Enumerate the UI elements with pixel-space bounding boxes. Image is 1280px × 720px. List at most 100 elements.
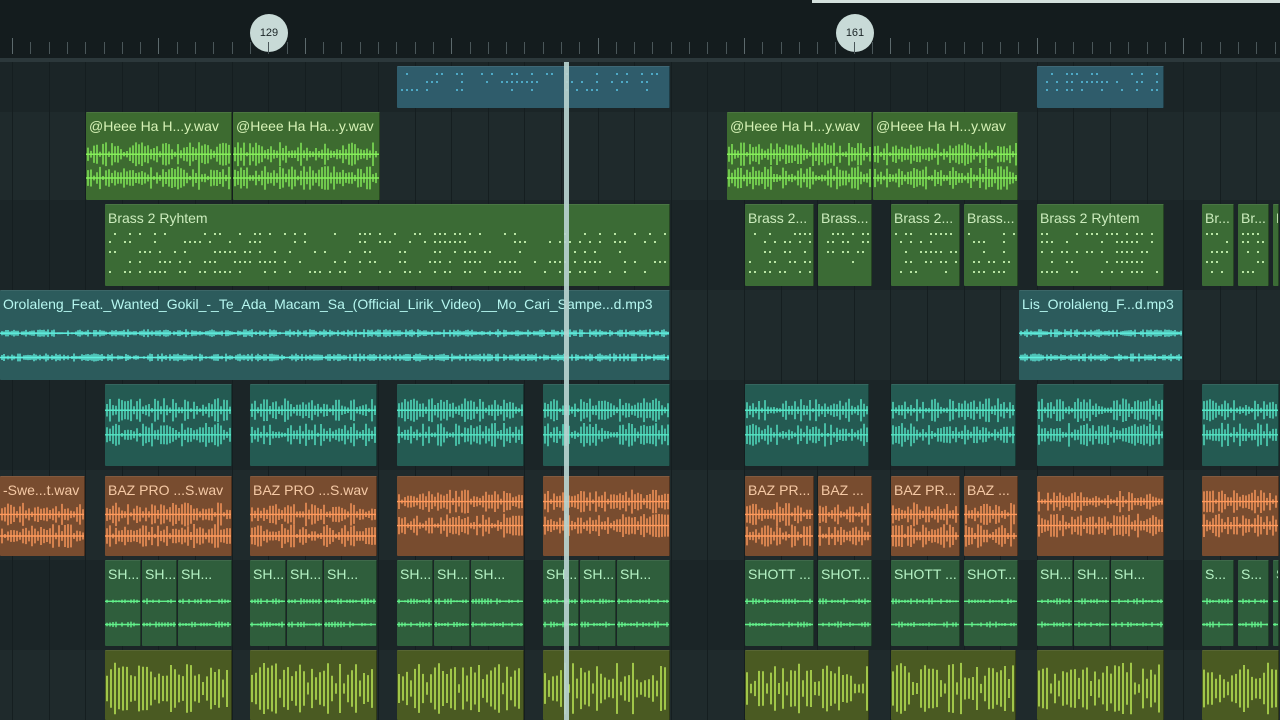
waveform-preview: [397, 398, 523, 447]
pattern-clip[interactable]: Brass...: [818, 204, 872, 286]
audio-clip[interactable]: SH...: [105, 560, 141, 646]
audio-clip[interactable]: [745, 650, 869, 720]
ruler-tick: [835, 42, 836, 54]
waveform-preview: [818, 598, 871, 628]
clip-content-marks: [1238, 598, 1268, 628]
audio-clip[interactable]: SH...: [471, 560, 524, 646]
playlist-tracks-area[interactable]: @Heee Ha H...y.wav @Heee Ha Ha...y.wav @He…: [0, 62, 1280, 720]
ruler-tick: [49, 42, 50, 54]
waveform-preview: [397, 598, 432, 628]
audio-clip[interactable]: SH...: [580, 560, 616, 646]
audio-clip[interactable]: [250, 650, 377, 720]
pattern-clip[interactable]: Br...: [1238, 204, 1269, 286]
audio-clip[interactable]: @Heee Ha Ha...y.wav: [233, 112, 380, 200]
audio-clip[interactable]: [105, 650, 232, 720]
pattern-clip[interactable]: [1037, 66, 1164, 108]
audio-clip[interactable]: @Heee Ha H...y.wav: [873, 112, 1018, 200]
song-position-scrollbar[interactable]: [812, 0, 1280, 3]
audio-clip[interactable]: [745, 384, 869, 466]
audio-clip[interactable]: [1202, 476, 1279, 556]
clip-content-marks: [397, 598, 432, 628]
audio-clip[interactable]: SHOTT ...: [891, 560, 960, 646]
audio-clip[interactable]: SH...: [142, 560, 177, 646]
audio-clip[interactable]: [397, 650, 524, 720]
audio-clip[interactable]: -Swe...t.wav: [0, 476, 85, 556]
audio-clip[interactable]: Orolaleng_Feat._Wanted_Gokil_-_Te_Ada_Ma…: [0, 290, 670, 380]
pattern-clip[interactable]: Br...: [1273, 204, 1279, 286]
pattern-notes-preview: [109, 233, 666, 273]
ruler-tick: [561, 42, 562, 54]
clip-content-marks: [745, 598, 813, 628]
ruler-tick: [1147, 42, 1148, 54]
audio-clip[interactable]: [1202, 650, 1279, 720]
audio-clip[interactable]: [891, 384, 1016, 466]
pattern-clip[interactable]: Brass 2...: [745, 204, 814, 286]
audio-clip[interactable]: @Heee Ha H...y.wav: [727, 112, 872, 200]
clip-content-marks: [617, 598, 669, 628]
waveform-preview: [105, 599, 140, 628]
waveform-preview: [1111, 598, 1163, 628]
grid-line: [12, 62, 13, 720]
audio-clip[interactable]: BAZ ...: [964, 476, 1018, 556]
audio-clip[interactable]: BAZ PRO ...S.wav: [250, 476, 377, 556]
pattern-clip[interactable]: Br...: [1202, 204, 1234, 286]
audio-clip[interactable]: BAZ PR...: [891, 476, 960, 556]
audio-clip[interactable]: SH...: [617, 560, 670, 646]
waveform-preview: [105, 502, 231, 548]
audio-clip[interactable]: [891, 650, 1016, 720]
playhead-cursor[interactable]: [564, 62, 569, 720]
audio-clip[interactable]: BAZ PRO ...S.wav: [105, 476, 232, 556]
clip-content-marks: [398, 663, 520, 714]
audio-clip[interactable]: BAZ PR...: [745, 476, 814, 556]
pattern-clip[interactable]: Brass 2...: [891, 204, 960, 286]
waveform-preview: [250, 502, 376, 548]
audio-clip[interactable]: [543, 384, 670, 466]
clip-content-marks: [1273, 600, 1278, 626]
audio-clip[interactable]: SH...: [250, 560, 286, 646]
audio-clip[interactable]: [543, 650, 670, 720]
bar-marker-161[interactable]: 161: [836, 14, 874, 52]
audio-clip[interactable]: SHOT...: [964, 560, 1018, 646]
clip-content-marks: [818, 503, 871, 546]
pattern-clip[interactable]: Brass 2 Ryhtem: [105, 204, 670, 286]
ruler-tick: [781, 42, 782, 54]
pattern-clip[interactable]: Brass 2 Ryhtem: [1037, 204, 1164, 286]
audio-clip[interactable]: SH...: [543, 560, 579, 646]
audio-clip[interactable]: SH...: [434, 560, 470, 646]
timeline-ruler[interactable]: 129 161: [0, 0, 1280, 62]
audio-clip[interactable]: SH...: [178, 560, 232, 646]
audio-clip[interactable]: [1037, 476, 1164, 556]
audio-clip[interactable]: SHOT...: [818, 560, 872, 646]
audio-clip[interactable]: SH...: [1037, 560, 1073, 646]
audio-clip[interactable]: SH...: [1074, 560, 1110, 646]
clip-content-marks: [106, 662, 228, 715]
audio-clip[interactable]: SH...: [1111, 560, 1164, 646]
bar-marker-129[interactable]: 129: [250, 14, 288, 52]
audio-clip[interactable]: S...: [1273, 560, 1279, 646]
clip-content-marks: [397, 398, 523, 447]
pattern-clip[interactable]: [397, 66, 670, 108]
audio-clip[interactable]: [1202, 384, 1279, 466]
audio-clip[interactable]: [397, 476, 524, 556]
audio-clip[interactable]: [543, 476, 670, 556]
audio-clip[interactable]: [397, 384, 524, 466]
clip-content-marks: [250, 598, 285, 628]
audio-clip[interactable]: SHOTT ...: [745, 560, 814, 646]
audio-clip[interactable]: [105, 384, 232, 466]
audio-clip[interactable]: SH...: [287, 560, 323, 646]
waveform-preview: [398, 663, 520, 714]
audio-clip[interactable]: [1037, 650, 1164, 720]
pattern-clip[interactable]: Brass...: [964, 204, 1018, 286]
audio-clip[interactable]: SH...: [397, 560, 433, 646]
audio-clip[interactable]: S...: [1238, 560, 1269, 646]
audio-clip[interactable]: S...: [1202, 560, 1234, 646]
ruler-tick: [67, 42, 68, 54]
audio-clip[interactable]: [1037, 384, 1164, 466]
audio-clip[interactable]: [250, 384, 377, 466]
audio-clip[interactable]: @Heee Ha H...y.wav: [86, 112, 232, 200]
audio-clip[interactable]: SH...: [324, 560, 377, 646]
pattern-notes-preview: [1206, 233, 1228, 273]
ruler-tick: [12, 38, 13, 54]
audio-clip[interactable]: BAZ ...: [818, 476, 872, 556]
audio-clip[interactable]: Lis_Orolaleng_F...d.mp3: [1019, 290, 1183, 380]
